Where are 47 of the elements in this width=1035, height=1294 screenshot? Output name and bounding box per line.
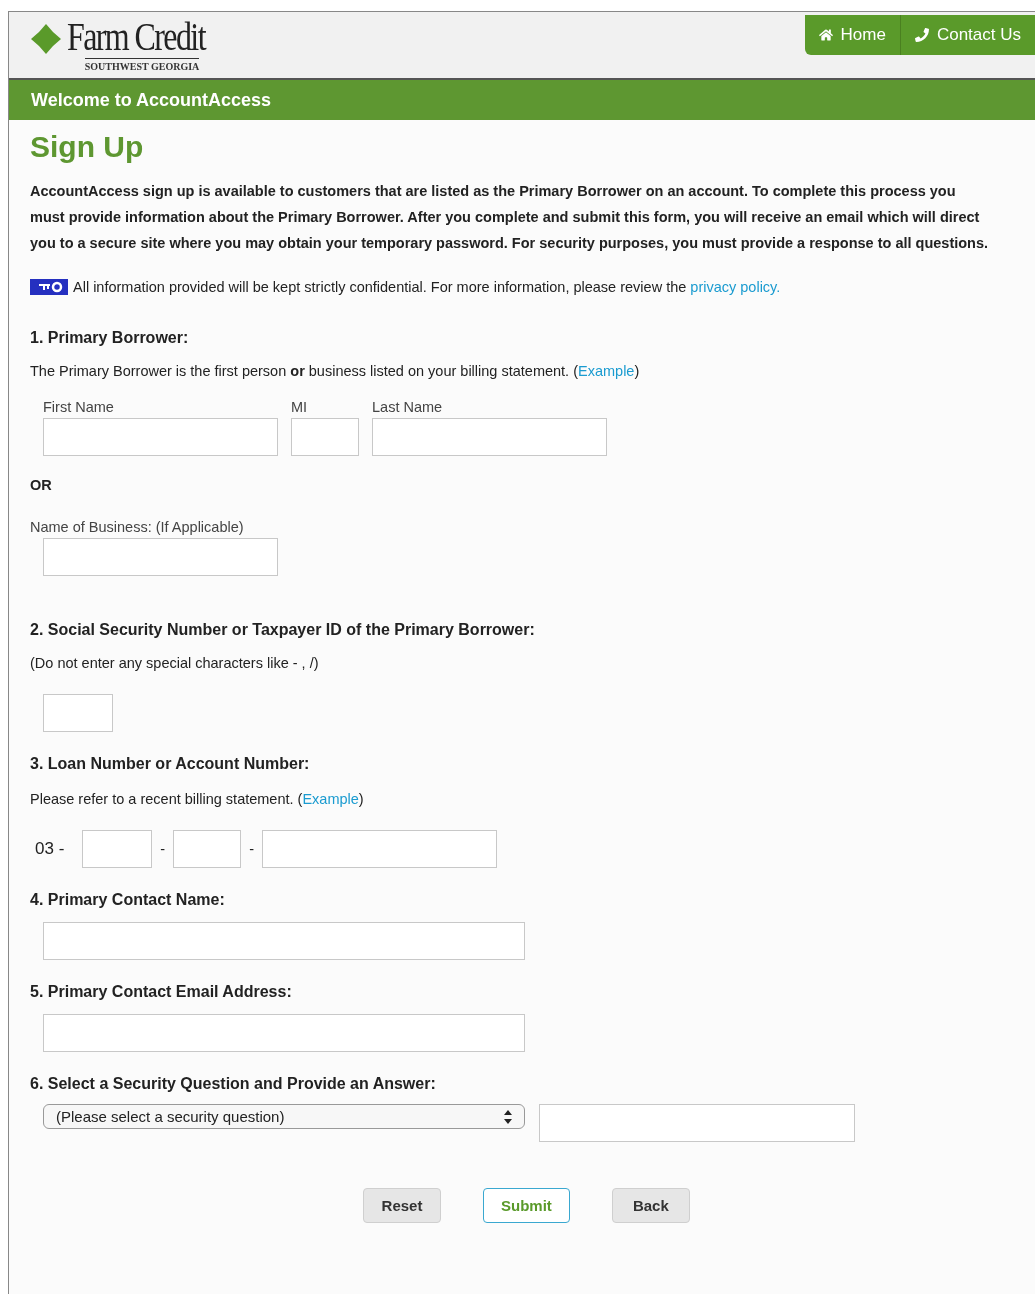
field-label: MI: [291, 398, 309, 416]
field-label: First Name: [43, 398, 115, 416]
section-heading: 2. Social Security Number or Taxpayer ID of the Primary Borrower:: [30, 620, 536, 640]
nav-link[interactable]: Home: [804, 15, 900, 55]
section-heading: 4. Primary Contact Name:: [30, 890, 226, 910]
section-heading: 3. Loan Number or Account Number:: [30, 754, 311, 774]
input-field[interactable]: [43, 418, 278, 456]
input-field[interactable]: [291, 418, 359, 456]
or-label: OR: [30, 476, 53, 494]
page-title: Sign Up: [30, 129, 145, 165]
nav-link[interactable]: Contact Us: [899, 15, 1035, 55]
select-arrows-icon: [504, 1109, 512, 1124]
input-field[interactable]: [43, 1014, 525, 1052]
intro-paragraph: AccountAccess sign up is available to customers that are listed as the Primary Borrower on an account. To complete this process you must provide information about the Primary Borrower. After you complete and submit this form, you will receive an email which will direct you to a secure site where you may obtain your temporary password. For security purposes, you must provide a response to all questions.: [30, 182, 990, 253]
field-label: Last Name: [372, 398, 444, 416]
privacy-note: All information provided will be kept strictly confidential. For more information, please review the privacy policy.: [73, 278, 781, 296]
home-icon: [818, 28, 833, 42]
separator-dash: -: [249, 840, 254, 858]
input-field[interactable]: [43, 922, 525, 960]
logo-tagline: SOUTHWEST GEORGIA: [84, 58, 200, 74]
logo-name: Farm Credit: [67, 16, 207, 58]
input-field[interactable]: [372, 418, 607, 456]
field-label: Name of Business: (If Applicable): [30, 518, 245, 536]
separator-dash: -: [160, 840, 166, 858]
example-link[interactable]: Example: [578, 363, 635, 379]
input-field[interactable]: [43, 538, 278, 576]
phone-icon: [914, 28, 929, 42]
section-heading: 6. Select a Security Question and Provide an Answer:: [30, 1074, 437, 1094]
section-heading: 5. Primary Contact Email Address:: [30, 982, 293, 1002]
example-link[interactable]: Example: [302, 791, 359, 807]
section-heading: 1. Primary Borrower:: [30, 328, 190, 348]
security-question-select[interactable]: (Please select a security question): [43, 1104, 525, 1129]
input-field[interactable]: [43, 694, 113, 732]
section-note: Please refer to a recent billing statement. (Example): [30, 790, 365, 808]
answer-field[interactable]: [539, 1104, 855, 1142]
welcome-banner: Welcome to AccountAccess: [9, 80, 1035, 120]
section-note: (Do not enter any special characters like - , /): [30, 654, 320, 672]
key-icon: [30, 279, 68, 295]
input-field[interactable]: [82, 830, 153, 868]
submit-button[interactable]: Submit: [483, 1188, 570, 1223]
input-field[interactable]: [173, 830, 242, 868]
form-button[interactable]: Back: [611, 1188, 690, 1223]
form-button[interactable]: Reset: [363, 1188, 441, 1223]
account-prefix: 03 -: [35, 840, 65, 858]
input-field[interactable]: [262, 830, 497, 868]
privacy-link[interactable]: privacy policy.: [690, 279, 781, 295]
section-note: The Primary Borrower is the first person or business listed on your billing statement. (Example): [30, 362, 641, 380]
